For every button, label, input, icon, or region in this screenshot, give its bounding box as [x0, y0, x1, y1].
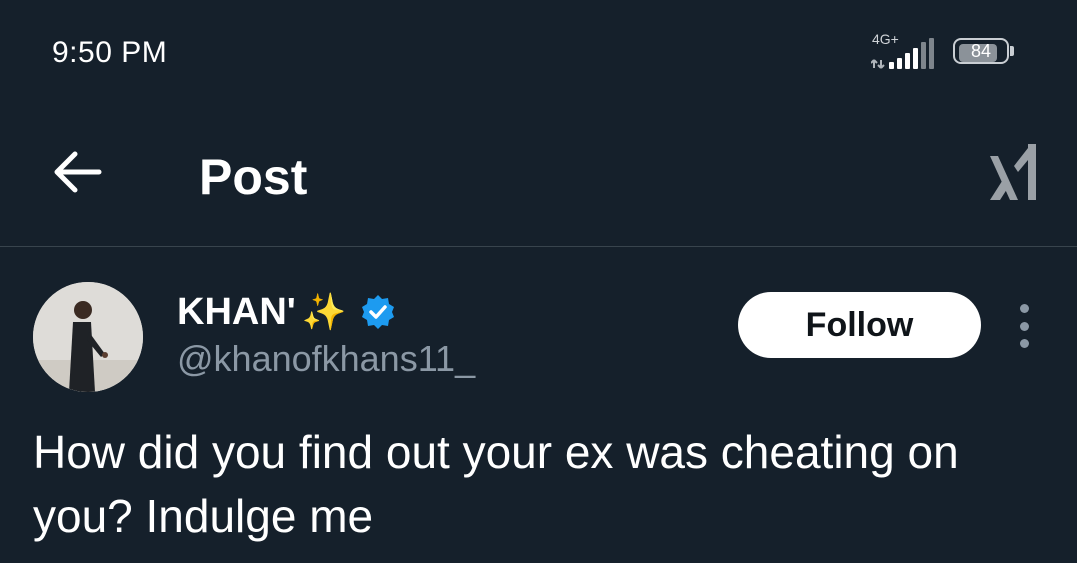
- grok-icon: [990, 144, 1036, 200]
- author-name-row[interactable]: KHAN' ✨: [177, 290, 397, 334]
- battery-level: 84: [970, 41, 992, 61]
- battery-icon: 84: [953, 38, 1015, 66]
- more-dot: [1019, 304, 1029, 313]
- status-bar: 9:50 PM 4G+ 84: [0, 0, 1077, 100]
- header-divider: [0, 246, 1077, 247]
- back-button[interactable]: [46, 146, 108, 198]
- more-dot: [1019, 339, 1029, 348]
- author-display-name[interactable]: KHAN': [177, 291, 296, 334]
- status-time: 9:50 PM: [52, 36, 168, 69]
- arrow-left-icon: [54, 151, 102, 193]
- author-handle[interactable]: @khanofkhans11_: [177, 338, 475, 380]
- sparkles-icon: ✨: [301, 291, 347, 332]
- avatar-photo: [33, 282, 143, 392]
- page-title: Post: [199, 149, 308, 205]
- post-header: Post: [0, 100, 1077, 246]
- battery-tip: [1010, 46, 1014, 56]
- more-options-icon[interactable]: [1008, 304, 1040, 348]
- verified-badge-icon[interactable]: [359, 293, 397, 331]
- post-text: How did you find out your ex was cheatin…: [33, 426, 959, 542]
- grok-button[interactable]: [982, 140, 1046, 204]
- signal-icon: [871, 38, 934, 69]
- follow-button[interactable]: Follow: [738, 292, 981, 358]
- more-dot: [1019, 321, 1029, 331]
- avatar[interactable]: [33, 282, 143, 392]
